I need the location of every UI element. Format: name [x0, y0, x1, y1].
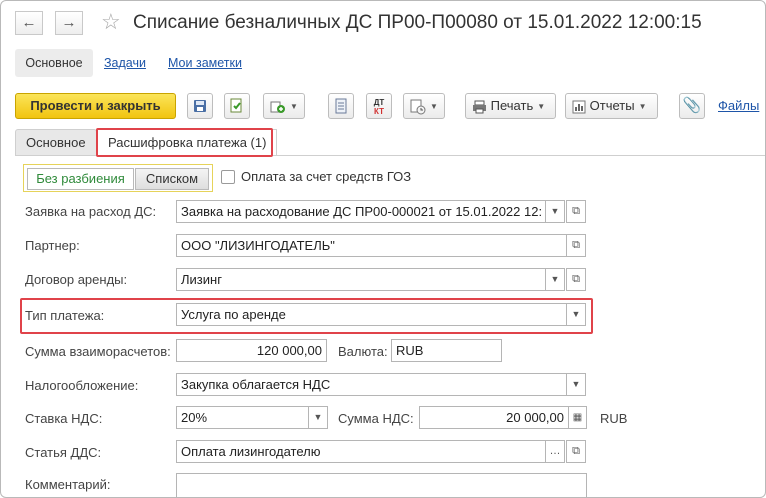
partner-field[interactable]: ООО "ЛИЗИНГОДАТЕЛЬ" [176, 234, 567, 257]
page-title: Списание безналичных ДС ПР00-П00080 от 1… [133, 12, 702, 33]
request-label: Заявка на расход ДС: [25, 204, 157, 219]
contract-label: Договор аренды: [25, 272, 128, 287]
reports-label: Отчеты [589, 98, 635, 113]
section-tasks-link[interactable]: Задачи [104, 49, 146, 77]
highlight-tab-box [96, 128, 273, 157]
vat-amount-label: Сумма НДС: [338, 411, 414, 426]
cashflow-item-field[interactable]: Оплата лизингодателю [176, 440, 546, 463]
chevron-down-icon: ▼ [550, 206, 560, 216]
create-based-icon [270, 101, 285, 113]
comment-label: Комментарий: [25, 477, 111, 492]
cashflow-item-label: Статья ДДС: [25, 445, 102, 460]
partner-open-button[interactable]: ⧉ [566, 234, 586, 257]
save-icon [194, 100, 206, 112]
open-window-icon: ⧉ [572, 445, 580, 457]
chevron-down-icon: ▼ [550, 274, 560, 284]
document-window: ← → ☆ Списание безналичных ДС ПР00-П0008… [0, 0, 766, 498]
print-label: Печать [490, 98, 534, 113]
favorite-star-icon[interactable]: ☆ [101, 9, 121, 35]
reports-button[interactable]: Отчеты ▼ [565, 93, 658, 119]
ellipsis-icon: … [549, 445, 561, 457]
currency-label: Валюта: [338, 344, 388, 359]
currency-field[interactable]: RUB [391, 339, 502, 362]
section-notes-link[interactable]: Мои заметки [168, 49, 242, 77]
arrow-left-icon: ← [21, 14, 37, 31]
vat-rate-dropdown-button[interactable]: ▼ [308, 406, 328, 429]
section-main[interactable]: Основное [15, 49, 93, 77]
goz-checkbox[interactable] [221, 170, 235, 184]
calculator-button[interactable]: ▦ [568, 406, 587, 429]
structure-button[interactable] [328, 93, 354, 119]
list-structure-icon [335, 98, 347, 114]
list-option[interactable]: Списком [135, 168, 209, 190]
without-split-option[interactable]: Без разбиения [27, 168, 134, 190]
post-document-icon [230, 98, 242, 113]
contract-open-button[interactable]: ⧉ [566, 268, 586, 291]
create-based-on-button[interactable]: ▼ [263, 93, 305, 119]
cashflow-item-select-button[interactable]: … [545, 440, 565, 463]
save-button[interactable] [187, 93, 213, 119]
partner-label: Партнер: [25, 238, 80, 253]
highlight-payment-type-box [20, 298, 593, 334]
comment-field[interactable] [176, 473, 587, 497]
request-open-button[interactable]: ⧉ [566, 200, 586, 223]
document-clock-icon [410, 99, 426, 115]
dt-kt-button[interactable]: ДТ КТ [366, 93, 392, 119]
amount-label: Сумма взаиморасчетов: [25, 344, 171, 359]
vat-amount-field[interactable]: 20 000,00 [419, 406, 569, 429]
request-dropdown-button[interactable]: ▼ [545, 200, 565, 223]
amount-field[interactable]: 120 000,00 [176, 339, 327, 362]
contract-dropdown-button[interactable]: ▼ [545, 268, 565, 291]
open-window-icon: ⧉ [572, 205, 580, 217]
forward-button[interactable]: → [55, 11, 83, 35]
vat-rate-label: Ставка НДС: [25, 411, 103, 426]
taxation-dropdown-button[interactable]: ▼ [566, 373, 586, 396]
taxation-label: Налогообложение: [25, 378, 139, 393]
calculator-icon: ▦ [572, 412, 583, 423]
open-window-icon: ⧉ [572, 273, 580, 285]
split-mode-switch: Без разбиения Списком [23, 164, 213, 192]
taxation-field[interactable]: Закупка облагается НДС [176, 373, 567, 396]
tab-main[interactable]: Основное [15, 129, 97, 156]
files-link[interactable]: Файлы [718, 98, 759, 113]
dt-kt-icon: ДТ КТ [373, 98, 385, 116]
post-and-close-button[interactable]: Провести и закрыть [15, 93, 176, 119]
post-button[interactable] [224, 93, 250, 119]
goz-checkbox-label: Оплата за счет средств ГОЗ [241, 169, 412, 184]
open-window-icon: ⧉ [572, 239, 580, 251]
request-field[interactable]: Заявка на расходование ДС ПР00-000021 от… [176, 200, 546, 223]
print-button[interactable]: Печать ▼ [465, 93, 556, 119]
chevron-down-icon: ▼ [313, 412, 323, 422]
back-button[interactable]: ← [15, 11, 43, 35]
chevron-down-icon: ▼ [571, 379, 581, 389]
printer-icon [473, 100, 486, 114]
arrow-right-icon: → [61, 14, 77, 31]
vat-currency: RUB [600, 411, 628, 426]
contract-field[interactable]: Лизинг [176, 268, 546, 291]
more-actions-button[interactable]: ▼ [403, 93, 445, 119]
attach-file-button[interactable]: 📎 [679, 93, 705, 119]
vat-rate-field[interactable]: 20% [176, 406, 309, 429]
cashflow-item-open-button[interactable]: ⧉ [566, 440, 586, 463]
paperclip-icon: 📎 [682, 97, 702, 114]
report-icon [572, 100, 586, 114]
